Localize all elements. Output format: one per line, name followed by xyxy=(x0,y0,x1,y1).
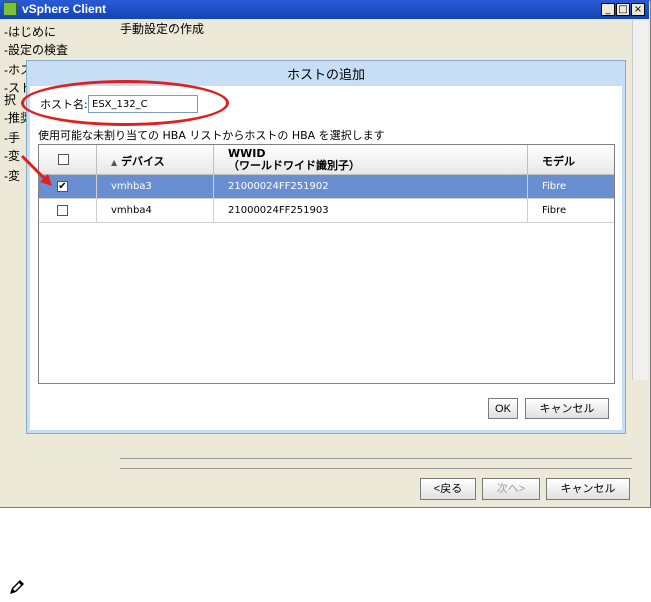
next-button[interactable]: 次へ> xyxy=(482,478,540,500)
column-header-model[interactable]: モデル xyxy=(528,145,614,175)
row-wwid: 21000024FF251903 xyxy=(214,199,528,222)
annotation-arrow-icon xyxy=(20,154,52,186)
step-verify-config: -設定の検査 xyxy=(4,43,68,57)
row-checkbox[interactable] xyxy=(57,205,68,216)
wizard-page-title: 手動設定の作成 xyxy=(120,22,205,36)
row-checkbox-cell xyxy=(39,199,97,222)
wwid-header-line2: （ワールドワイド識別子） xyxy=(228,159,360,172)
close-button[interactable]: × xyxy=(631,3,645,16)
wizard-divider xyxy=(120,458,632,459)
step-storage-cont: 択 xyxy=(4,93,17,107)
select-all-checkbox[interactable] xyxy=(58,154,69,165)
ok-button[interactable]: OK xyxy=(488,398,518,419)
back-button[interactable]: <戻る xyxy=(420,478,476,500)
row-device: vmhba3 xyxy=(97,175,214,198)
maximize-button[interactable]: □ xyxy=(616,3,630,16)
step-manual: -手 xyxy=(4,131,20,145)
device-header-label: デバイス xyxy=(121,155,165,168)
window-title: vSphere Client xyxy=(22,2,107,16)
column-header-wwid[interactable]: WWID （ワールドワイド識別子） xyxy=(214,145,528,175)
wizard-divider-2 xyxy=(120,468,632,469)
vsphere-logo-icon xyxy=(3,2,17,16)
row-divider xyxy=(39,222,614,223)
sort-ascending-icon: ▲ xyxy=(111,158,118,167)
row-device: vmhba4 xyxy=(97,199,214,222)
dialog-cancel-button[interactable]: キャンセル xyxy=(525,398,609,419)
annotation-ellipse xyxy=(21,80,229,126)
table-row[interactable]: ✔ vmhba3 21000024FF251902 Fibre xyxy=(39,175,614,198)
step-getting-started: -はじめに xyxy=(4,25,56,39)
minimize-button[interactable]: _ xyxy=(601,3,615,16)
row-model: Fibre xyxy=(542,181,567,192)
note-pencil-icon xyxy=(10,580,24,594)
row-wwid: 21000024FF251902 xyxy=(214,175,528,198)
table-row[interactable]: vmhba4 21000024FF251903 Fibre xyxy=(39,199,614,222)
wizard-scrollbar[interactable] xyxy=(632,20,648,380)
wizard-cancel-button[interactable]: キャンセル xyxy=(546,478,630,500)
hba-instruction: 使用可能な未割り当ての HBA リストからホストの HBA を選択します xyxy=(38,129,385,142)
row-model: Fibre xyxy=(542,205,567,216)
column-header-device[interactable]: ▲ デバイス xyxy=(97,145,214,175)
row-checkbox[interactable]: ✔ xyxy=(57,181,68,192)
